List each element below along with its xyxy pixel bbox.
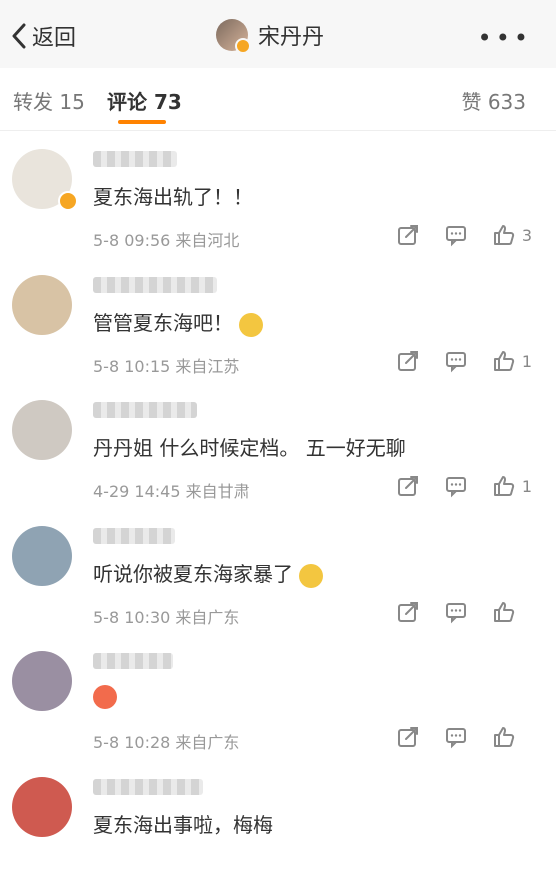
like-icon bbox=[493, 225, 514, 245]
chevron-left-icon bbox=[12, 23, 26, 49]
share-icon bbox=[398, 602, 418, 622]
like-count: 1 bbox=[521, 351, 532, 371]
comment-actions: 1 bbox=[372, 349, 532, 373]
like-icon bbox=[494, 602, 515, 622]
reply-button[interactable] bbox=[444, 725, 468, 749]
like-count: 3 bbox=[521, 225, 532, 245]
profile-avatar[interactable] bbox=[216, 19, 251, 54]
share-button[interactable] bbox=[396, 725, 420, 749]
reply-button[interactable] bbox=[444, 600, 468, 624]
share-button[interactable] bbox=[396, 474, 420, 498]
like-button[interactable] bbox=[492, 600, 532, 624]
like-icon bbox=[494, 727, 515, 747]
verified-badge-icon bbox=[235, 38, 251, 54]
reply-button[interactable] bbox=[444, 349, 468, 373]
share-button[interactable] bbox=[396, 349, 420, 373]
blurred-username[interactable] bbox=[93, 653, 173, 669]
comment-avatar[interactable] bbox=[12, 777, 72, 837]
comment-text: 听说你被夏东海家暴了 bbox=[93, 558, 323, 588]
blurred-username[interactable] bbox=[93, 277, 217, 293]
comment-icon bbox=[445, 477, 466, 498]
comment-text: 丹丹姐 什么时候定档。 五一好无聊 bbox=[93, 436, 406, 460]
tabs-bar: 转发 15 评论 73 赞 633 bbox=[0, 68, 556, 131]
comment-icon bbox=[445, 352, 466, 373]
verified-badge-icon bbox=[58, 191, 78, 211]
comment-actions: 3 bbox=[372, 223, 532, 247]
comment-actions bbox=[372, 600, 532, 624]
like-button[interactable] bbox=[492, 725, 532, 749]
like-button[interactable]: 1 bbox=[492, 349, 532, 373]
comment-actions bbox=[372, 725, 532, 749]
like-icon bbox=[493, 476, 514, 496]
comment-meta: 5-8 10:30 来自广东 bbox=[93, 608, 240, 627]
blurred-username[interactable] bbox=[93, 402, 197, 418]
share-icon bbox=[397, 351, 418, 371]
emoji-icon bbox=[239, 312, 263, 337]
blurred-username[interactable] bbox=[93, 151, 177, 167]
crying-emoji-icon bbox=[299, 563, 323, 588]
comment-text bbox=[93, 683, 117, 709]
emoji-icon bbox=[93, 684, 117, 709]
profile-title[interactable]: 宋丹丹 bbox=[216, 18, 325, 54]
share-icon bbox=[397, 476, 418, 496]
comment-avatar[interactable] bbox=[12, 275, 72, 335]
comment-item[interactable]: 夏东海出事啦，梅梅 bbox=[0, 759, 556, 885]
comment-item[interactable]: 管管夏东海吧！ 5-8 10:15 来自江苏 1 bbox=[0, 257, 556, 384]
comment-meta: 5-8 09:56 来自河北 bbox=[93, 231, 240, 250]
share-icon bbox=[397, 225, 418, 245]
back-label: 返回 bbox=[32, 26, 77, 51]
comment-text: 夏东海出事啦，梅梅 bbox=[93, 813, 273, 837]
blurred-username[interactable] bbox=[93, 528, 175, 544]
active-tab-indicator bbox=[118, 120, 166, 124]
reply-button[interactable] bbox=[444, 474, 468, 498]
share-icon bbox=[398, 727, 418, 747]
tab-comment[interactable]: 评论 73 bbox=[107, 86, 182, 115]
profile-name: 宋丹丹 bbox=[258, 25, 325, 50]
comment-icon bbox=[446, 728, 466, 749]
more-icon[interactable]: ••• bbox=[478, 24, 532, 52]
comment-avatar[interactable] bbox=[12, 400, 72, 460]
share-button[interactable] bbox=[396, 600, 420, 624]
comment-item[interactable]: 丹丹姐 什么时候定档。 五一好无聊 4-29 14:45 来自甘肃 1 bbox=[0, 382, 556, 509]
comment-avatar[interactable] bbox=[12, 651, 72, 711]
like-button[interactable]: 1 bbox=[492, 474, 532, 498]
comment-actions: 1 bbox=[372, 474, 532, 498]
reply-button[interactable] bbox=[444, 223, 468, 247]
comment-item[interactable]: 听说你被夏东海家暴了 5-8 10:30 来自广东 bbox=[0, 508, 556, 635]
tab-likes[interactable]: 赞 633 bbox=[461, 86, 526, 115]
tab-repost[interactable]: 转发 15 bbox=[13, 86, 85, 115]
back-button[interactable]: 返回 bbox=[10, 20, 76, 52]
like-count: 1 bbox=[521, 476, 532, 496]
comment-item[interactable]: 5-8 10:28 来自广东 bbox=[0, 633, 556, 760]
comment-meta: 4-29 14:45 来自甘肃 bbox=[93, 482, 250, 501]
like-button[interactable]: 3 bbox=[492, 223, 532, 247]
comment-meta: 5-8 10:15 来自江苏 bbox=[93, 357, 240, 376]
like-icon bbox=[493, 351, 514, 371]
comment-text: 管管夏东海吧！ bbox=[93, 307, 263, 337]
share-button[interactable] bbox=[396, 223, 420, 247]
comment-avatar[interactable] bbox=[12, 526, 72, 586]
blurred-username[interactable] bbox=[93, 779, 203, 795]
comment-icon bbox=[445, 226, 466, 247]
comment-icon bbox=[446, 603, 466, 624]
comment-text: 夏东海出轨了！！ bbox=[93, 185, 253, 209]
comment-item[interactable]: 夏东海出轨了！！ 5-8 09:56 来自河北 3 bbox=[0, 131, 556, 258]
comment-meta: 5-8 10:28 来自广东 bbox=[93, 733, 240, 752]
top-navigation-bar: 返回 宋丹丹 ••• bbox=[0, 0, 556, 68]
